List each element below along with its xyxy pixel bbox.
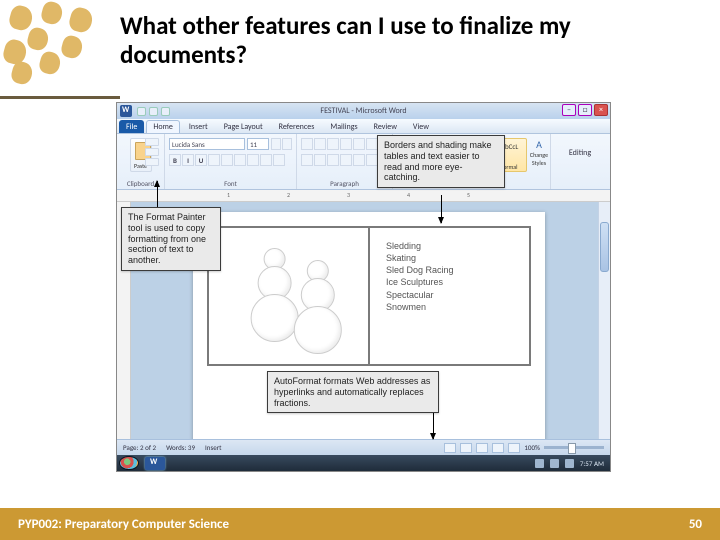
horizontal-ruler[interactable]: 1 2 3 4 5 bbox=[117, 190, 610, 202]
quick-access-toolbar[interactable] bbox=[137, 107, 170, 116]
callout-format-painter: The Format Painter tool is used to copy … bbox=[121, 207, 221, 271]
callout-borders: Borders and shading make tables and text… bbox=[377, 135, 505, 188]
tray-icon[interactable] bbox=[550, 459, 559, 468]
table-cell-right[interactable]: Sledding Skating Sled Dog Racing Ice Scu… bbox=[369, 226, 531, 366]
group-editing: Editing bbox=[551, 134, 609, 189]
align-center-button[interactable] bbox=[314, 154, 326, 166]
status-words[interactable]: Words: 39 bbox=[166, 443, 195, 452]
zoom-slider[interactable] bbox=[544, 446, 604, 449]
group-editing-label[interactable]: Editing bbox=[551, 148, 609, 158]
underline-button[interactable]: U bbox=[195, 154, 207, 166]
ribbon: Clipboard Lucida Sans 11 B I U Font Para… bbox=[117, 134, 610, 190]
tab-home[interactable]: Home bbox=[146, 120, 180, 133]
status-page[interactable]: Page: 2 of 2 bbox=[123, 443, 156, 452]
view-print-layout-button[interactable] bbox=[444, 443, 456, 453]
tab-mailings[interactable]: Mailings bbox=[323, 120, 364, 133]
taskbar-clock[interactable]: 7:57 AM bbox=[580, 459, 604, 468]
tab-page-layout[interactable]: Page Layout bbox=[217, 120, 270, 133]
format-painter-button[interactable] bbox=[145, 158, 159, 166]
increase-indent-button[interactable] bbox=[353, 138, 365, 150]
snowman-graphic bbox=[293, 260, 341, 354]
tray-icon[interactable] bbox=[535, 459, 544, 468]
close-button[interactable]: × bbox=[594, 104, 608, 116]
justify-button[interactable] bbox=[340, 154, 352, 166]
tab-view[interactable]: View bbox=[406, 120, 436, 133]
callout-autoformat-arrow bbox=[433, 411, 434, 439]
tray-icon[interactable] bbox=[565, 459, 574, 468]
window-title: FESTIVAL - Microsoft Word bbox=[320, 106, 406, 116]
snowman-graphic bbox=[250, 248, 298, 342]
grow-font-button[interactable] bbox=[271, 138, 281, 150]
tab-insert[interactable]: Insert bbox=[182, 120, 215, 133]
view-outline-button[interactable] bbox=[492, 443, 504, 453]
number-list-button[interactable] bbox=[314, 138, 326, 150]
callout-autoformat: AutoFormat formats Web addresses as hype… bbox=[267, 371, 439, 413]
callout-painter-arrow bbox=[157, 181, 158, 207]
italic-button[interactable]: I bbox=[182, 154, 194, 166]
strike-button[interactable] bbox=[208, 154, 220, 166]
copy-button[interactable] bbox=[145, 148, 159, 156]
font-size-combo[interactable]: 11 bbox=[247, 138, 269, 150]
font-name-combo[interactable]: Lucida Sans bbox=[169, 138, 245, 150]
shrink-font-button[interactable] bbox=[282, 138, 292, 150]
tab-references[interactable]: References bbox=[272, 120, 322, 133]
document-table[interactable]: Sledding Skating Sled Dog Racing Ice Scu… bbox=[207, 226, 531, 366]
decorative-corner bbox=[0, 0, 130, 100]
vertical-scrollbar[interactable] bbox=[598, 202, 610, 439]
subscript-button[interactable] bbox=[221, 154, 233, 166]
align-right-button[interactable] bbox=[327, 154, 339, 166]
status-bar: Page: 2 of 2 Words: 39 Insert 100% bbox=[117, 439, 610, 455]
highlight-button[interactable] bbox=[260, 154, 272, 166]
event-list: Sledding Skating Sled Dog Racing Ice Scu… bbox=[376, 234, 523, 313]
zoom-level[interactable]: 100% bbox=[524, 443, 540, 452]
view-fullscreen-button[interactable] bbox=[460, 443, 472, 453]
tab-file[interactable]: File bbox=[119, 120, 144, 133]
slide-heading: What other features can I use to finaliz… bbox=[120, 12, 690, 70]
bullet-list-button[interactable] bbox=[301, 138, 313, 150]
align-left-button[interactable] bbox=[301, 154, 313, 166]
decrease-indent-button[interactable] bbox=[340, 138, 352, 150]
ribbon-tabs: File Home Insert Page Layout References … bbox=[117, 119, 610, 134]
tab-review[interactable]: Review bbox=[367, 120, 404, 133]
taskbar-word-button[interactable] bbox=[145, 457, 165, 470]
decorative-rule bbox=[0, 96, 120, 99]
word-screenshot: FESTIVAL - Microsoft Word – □ × File Hom… bbox=[116, 102, 611, 472]
group-font: Lucida Sans 11 B I U Font bbox=[165, 134, 297, 189]
bold-button[interactable]: B bbox=[169, 154, 181, 166]
table-cell-left[interactable] bbox=[207, 226, 369, 366]
cut-button[interactable] bbox=[145, 138, 159, 146]
view-draft-button[interactable] bbox=[508, 443, 520, 453]
window-titlebar: FESTIVAL - Microsoft Word – □ × bbox=[117, 103, 610, 119]
multilevel-list-button[interactable] bbox=[327, 138, 339, 150]
footer-page-number: 50 bbox=[689, 517, 702, 532]
maximize-button[interactable]: □ bbox=[578, 104, 592, 116]
footer-course: PYP002: Preparatory Computer Science bbox=[18, 517, 229, 532]
minimize-button[interactable]: – bbox=[562, 104, 576, 116]
callout-borders-arrow bbox=[441, 195, 442, 223]
superscript-button[interactable] bbox=[234, 154, 246, 166]
line-spacing-button[interactable] bbox=[353, 154, 365, 166]
view-web-button[interactable] bbox=[476, 443, 488, 453]
windows-taskbar: 7:57 AM bbox=[117, 455, 610, 471]
status-mode[interactable]: Insert bbox=[205, 443, 221, 452]
group-font-label: Font bbox=[165, 179, 296, 188]
font-color-button[interactable] bbox=[273, 154, 285, 166]
change-styles-button[interactable]: AChange Styles bbox=[529, 138, 549, 172]
word-app-icon bbox=[120, 105, 132, 117]
text-effects-button[interactable] bbox=[247, 154, 259, 166]
slide-footer: PYP002: Preparatory Computer Science 50 bbox=[0, 508, 720, 540]
start-button[interactable] bbox=[119, 456, 139, 470]
